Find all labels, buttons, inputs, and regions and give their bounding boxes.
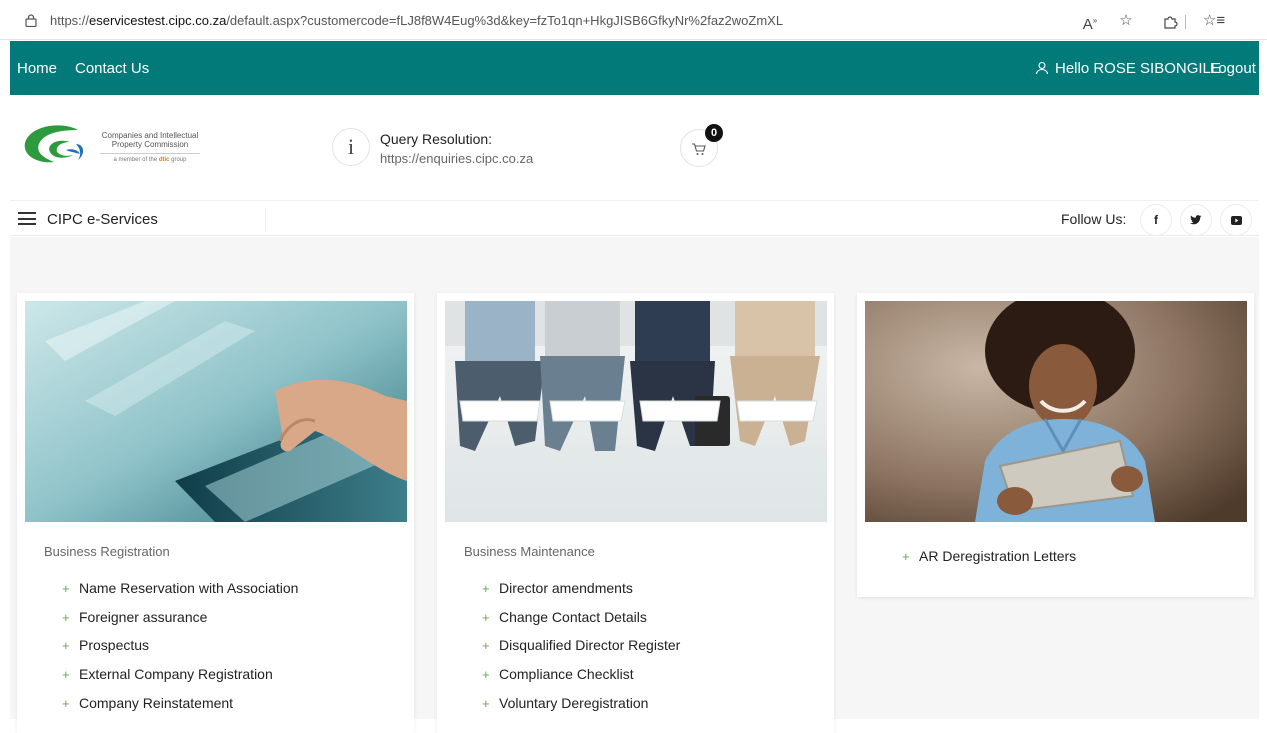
favorite-star-icon[interactable]: ☆ [1113, 8, 1139, 34]
query-resolution-title: Query Resolution: [380, 131, 493, 147]
plus-icon: + [62, 581, 70, 596]
nav-home-link[interactable]: Home [17, 60, 57, 77]
url-path: /default.aspx?customercode=fLJ8f8W4Eug%3… [226, 13, 784, 28]
logout-link[interactable]: Logout [1210, 60, 1256, 77]
url-field[interactable]: https://eservicestest.cipc.co.za/default… [50, 13, 783, 28]
services-bar-divider [265, 208, 266, 232]
list-item[interactable]: + Name Reservation with Association [62, 580, 298, 609]
plus-icon: + [62, 609, 70, 625]
top-navigation: Home Contact Us Hello ROSE SIBONGILE Log… [10, 41, 1259, 95]
tablet-touch-image [25, 301, 407, 522]
toolbar-divider [1185, 15, 1186, 29]
user-icon [1035, 61, 1049, 75]
plus-icon: + [482, 581, 490, 596]
deregistration-card: + AR Deregistration Letters [857, 293, 1254, 597]
list-item[interactable]: + Company Reinstatement [62, 695, 298, 724]
info-icon: i [332, 128, 370, 166]
url-prefix: https:// [50, 13, 90, 28]
twitter-icon[interactable] [1180, 204, 1212, 236]
list-item[interactable]: + Voluntary Deregistration [482, 695, 680, 724]
list-item[interactable]: + External Company Registration [62, 666, 298, 695]
list-item[interactable]: + Foreigner assurance [62, 609, 298, 638]
youtube-glyph [1230, 216, 1242, 225]
service-list: + AR Deregistration Letters [902, 548, 1076, 577]
plus-icon: + [482, 667, 490, 683]
service-link[interactable]: Compliance Checklist [499, 666, 634, 682]
service-link[interactable]: Disqualified Director Register [499, 637, 680, 653]
read-aloud-icon[interactable]: A» [1077, 8, 1103, 34]
service-link[interactable]: Voluntary Deregistration [499, 695, 648, 711]
woman-with-tablet-image [865, 301, 1247, 522]
logo-wordmark: Companies and Intellectual Property Comm… [100, 131, 200, 165]
service-link[interactable]: External Company Registration [79, 666, 273, 682]
service-link[interactable]: Foreigner assurance [79, 609, 207, 625]
extensions-icon[interactable] [1157, 8, 1183, 34]
services-title[interactable]: CIPC e-Services [47, 211, 158, 228]
list-item[interactable]: + Prospectus [62, 637, 298, 666]
list-item[interactable]: + AR Deregistration Letters [902, 548, 1076, 577]
service-link[interactable]: Director amendments [499, 580, 633, 596]
nav-contact-link[interactable]: Contact Us [75, 60, 149, 77]
facebook-glyph: f [1154, 213, 1158, 227]
favorites-list-icon[interactable]: ☆≡ [1201, 8, 1227, 34]
logo-line-2: Property Commission [111, 140, 189, 149]
service-link[interactable]: Change Contact Details [499, 609, 647, 625]
service-link[interactable]: AR Deregistration Letters [919, 548, 1076, 564]
business-people-image [445, 301, 827, 522]
logo-member-line: a member of the dtic group [100, 153, 200, 165]
query-resolution-url[interactable]: https://enquiries.cipc.co.za [380, 151, 533, 166]
plus-icon: + [482, 695, 490, 711]
plus-icon: + [62, 638, 70, 654]
hamburger-menu-icon[interactable] [18, 212, 36, 225]
logo-line-1: Companies and Intellectual [101, 131, 199, 140]
list-item[interactable]: + Disqualified Director Register [482, 637, 680, 666]
service-link[interactable]: Name Reservation with Association [79, 580, 298, 596]
business-registration-card: Business Registration + Name Reservation … [17, 293, 414, 733]
url-domain: eservicestest.cipc.co.za [89, 13, 227, 28]
lock-icon[interactable] [25, 14, 37, 27]
services-bar: CIPC e-Services Follow Us: f [10, 200, 1259, 236]
plus-icon: + [482, 638, 490, 654]
card-title: Business Registration [44, 544, 170, 559]
plus-icon: + [902, 549, 910, 564]
logo-sub-pre: a member of the [113, 157, 158, 163]
business-maintenance-card: Business Maintenance + Director amendment… [437, 293, 834, 733]
service-list: + Director amendments + Change Contact Det… [482, 580, 680, 723]
list-item[interactable]: + Compliance Checklist [482, 666, 680, 695]
cart-count-badge: 0 [705, 124, 723, 142]
cart-icon [692, 143, 706, 155]
plus-icon: + [62, 695, 70, 711]
service-list: + Name Reservation with Association + Fore… [62, 580, 298, 723]
card-title: Business Maintenance [464, 544, 595, 559]
youtube-icon[interactable] [1220, 204, 1252, 236]
twitter-glyph [1190, 215, 1202, 225]
service-link[interactable]: Company Reinstatement [79, 695, 233, 711]
info-glyph: i [347, 134, 355, 159]
list-item[interactable]: + Director amendments [482, 580, 680, 609]
list-item[interactable]: + Change Contact Details [482, 609, 680, 638]
logo-sub-brand: dtic [158, 157, 170, 163]
user-greeting-link[interactable]: Hello ROSE SIBONGILE [1055, 60, 1221, 77]
plus-icon: + [62, 667, 70, 683]
plus-icon: + [482, 609, 490, 625]
logo-sub-post: group [171, 157, 187, 163]
service-link[interactable]: Prospectus [79, 637, 149, 653]
browser-address-bar: https://eservicestest.cipc.co.za/default… [0, 0, 1267, 40]
facebook-icon[interactable]: f [1140, 204, 1172, 236]
follow-us-label: Follow Us: [1061, 211, 1127, 227]
